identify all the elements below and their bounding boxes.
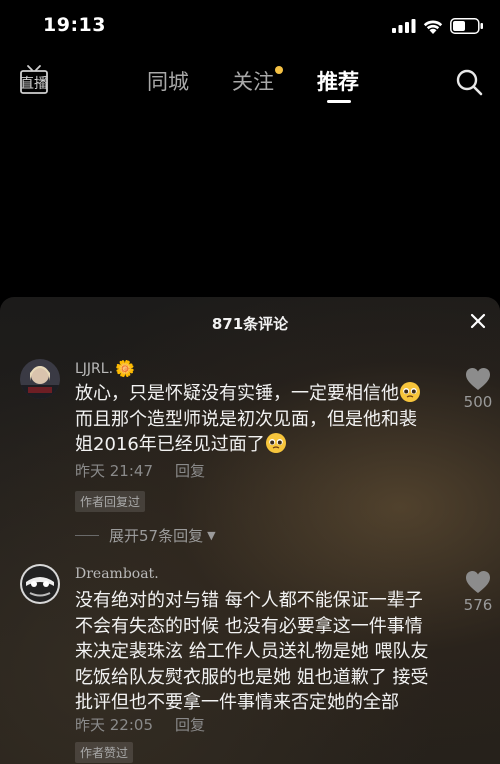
heart-icon	[466, 368, 490, 390]
pleading-face-emoji-icon	[265, 433, 286, 453]
comment-meta: 昨天 22:05 回复	[75, 714, 205, 735]
status-bar: 19:13	[0, 0, 500, 54]
wifi-icon	[423, 20, 443, 34]
comment-meta: 昨天 21:47 回复	[75, 460, 205, 481]
reply-button[interactable]: 回复	[175, 716, 205, 734]
comment-time: 昨天 22:05	[75, 716, 153, 734]
live-tv-icon[interactable]: 直播	[19, 64, 49, 96]
live-label: 直播	[20, 75, 48, 92]
author-liked-badge: 作者赞过	[75, 742, 134, 763]
top-nav: 直播 同城 关注 推荐	[0, 58, 500, 108]
reply-button[interactable]: 回复	[175, 462, 205, 480]
like-button[interactable]: 500	[460, 367, 496, 411]
status-time: 19:13	[43, 14, 106, 36]
like-button[interactable]: 576	[460, 570, 496, 614]
tab-recommend[interactable]: 推荐	[317, 66, 359, 96]
flower-icon: 🌼	[115, 359, 135, 378]
like-count: 500	[463, 393, 493, 411]
new-content-dot	[275, 66, 283, 74]
avatar[interactable]	[20, 564, 60, 604]
heart-icon	[466, 571, 490, 593]
tab-local[interactable]: 同城	[147, 66, 189, 96]
comments-count-title: 871条评论	[211, 315, 289, 333]
comment-text: 没有绝对的对与错 每个人都不能保证一辈子 不会有失态的时候 也没有必要拿这一件事…	[75, 590, 429, 713]
pleading-face-emoji-icon	[400, 382, 420, 402]
tab-following[interactable]: 关注	[232, 66, 274, 96]
search-icon[interactable]	[455, 68, 483, 96]
avatar[interactable]	[20, 359, 60, 399]
close-icon[interactable]	[470, 313, 486, 329]
comment-username[interactable]: Dreamboat.	[75, 566, 159, 582]
author-replied-badge: 作者回复过	[75, 491, 146, 512]
active-tab-indicator	[327, 100, 351, 103]
comments-sheet: 871条评论 LJJRL. 🌼 放心，只是怀疑没有实锤，一定要相信他 而且那个造型…	[0, 297, 500, 764]
battery-icon	[450, 18, 483, 34]
expand-replies-button[interactable]: 展开57条回复 ▼	[75, 525, 216, 546]
like-count: 576	[463, 596, 493, 614]
comment-text: 放心，只是怀疑没有实锤，一定要相信他 而且那个造型师说是初次见面，但是他和裴 姐…	[75, 381, 447, 458]
comment-time: 昨天 21:47	[75, 462, 153, 480]
cellular-signal-icon	[392, 19, 416, 33]
caret-down-icon: ▼	[207, 529, 216, 542]
comment-username[interactable]: LJJRL. 🌼	[75, 359, 135, 378]
divider	[75, 535, 99, 536]
